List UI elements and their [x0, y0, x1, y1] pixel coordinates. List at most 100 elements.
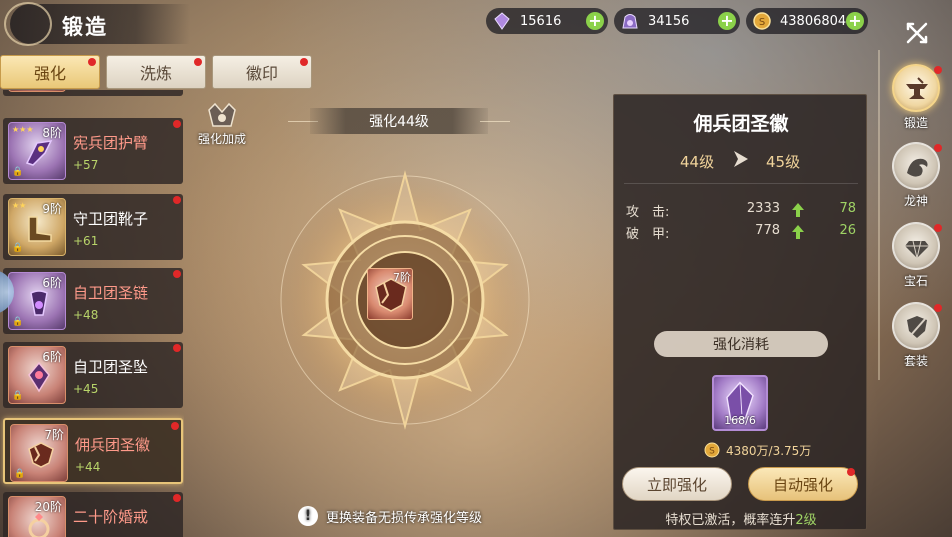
inheritance-notice: ! 更换装备无损传承强化等级: [298, 505, 482, 527]
tab-enhance[interactable]: 强化: [0, 55, 100, 89]
lock-icon: 🔒: [12, 167, 24, 177]
auto-enhance-button[interactable]: 自动强化: [748, 467, 858, 501]
list-item-selected[interactable]: 7阶 🔒 佣兵团圣徽 +44: [3, 418, 183, 484]
currency-value: 43806804: [780, 13, 847, 29]
close-icon[interactable]: [902, 18, 932, 48]
enhance-level-text: 强化44级: [369, 114, 429, 130]
list-item[interactable]: 6阶 🔒 自卫团圣链 +48: [3, 268, 183, 334]
currency-gold: S 43806804 +: [746, 8, 868, 34]
list-item[interactable]: 20阶 二十阶婚戒: [3, 492, 183, 537]
enhance-bonus: +48: [73, 308, 99, 322]
level-to: 45级: [766, 153, 801, 171]
privilege-text: 特权已激活，概率连升: [665, 513, 796, 528]
notification-dot: [173, 494, 181, 502]
notification-dot: [173, 344, 181, 352]
pendant-icon: 6阶 🔒: [8, 346, 66, 404]
tab-refine-label: 洗炼: [139, 64, 172, 83]
stat-row-armor-break: 破 甲: 778 26: [626, 223, 858, 243]
arrow-up-icon: [792, 203, 804, 217]
level-from: 44级: [680, 153, 715, 171]
list-item[interactable]: ★★★ 8阶 🔒 宪兵团护臂 +57: [3, 118, 183, 184]
gold-coin-icon: S: [704, 442, 720, 458]
warning-icon: !: [298, 506, 318, 526]
notification-dot: [173, 196, 181, 204]
tier-label: 7阶: [44, 428, 64, 442]
nav-dragon-button[interactable]: [892, 142, 940, 190]
tier-label: 6阶: [42, 350, 62, 364]
lock-icon: 🔒: [12, 243, 24, 253]
privilege-note: 特权已激活，概率连升2级: [614, 509, 868, 528]
instant-enhance-button[interactable]: 立即强化: [622, 467, 732, 501]
tier-label: 7阶: [393, 271, 411, 284]
rating-stars: ★★★: [12, 125, 34, 134]
notification-dot: [934, 224, 942, 232]
nav-set-button[interactable]: [892, 302, 940, 350]
notification-dot: [934, 144, 942, 152]
equipment-name: 自卫团圣链: [73, 284, 149, 302]
list-item[interactable]: 6阶 🔒 自卫团圣坠 +45: [3, 342, 183, 408]
boots-icon: ★★ 9阶 🔒: [8, 198, 66, 256]
notification-dot: [934, 66, 942, 74]
stat-label: 破 甲:: [626, 227, 670, 242]
equipment-name: 守卫团靴子: [73, 210, 149, 228]
equipment-list[interactable]: ★★★ 8阶 🔒 宪兵团护臂 +57 ★★ 9阶 🔒 守卫团靴子 +61 6阶 …: [0, 90, 184, 537]
item-title: 佣兵团圣徽: [693, 113, 789, 135]
equipment-name: 佣兵团圣徽: [75, 436, 151, 454]
add-currency-button[interactable]: +: [846, 12, 864, 30]
notice-text: 更换装备无损传承强化等级: [326, 510, 483, 526]
stat-increase: 26: [839, 223, 856, 238]
enhance-bonus-label: 强化加成: [197, 132, 246, 146]
add-currency-button[interactable]: +: [586, 12, 604, 30]
nav-gem-label: 宝石: [903, 274, 928, 288]
nav-forge-button[interactable]: [892, 64, 940, 112]
equipment-name: 二十阶婚戒: [73, 508, 149, 526]
cost-title: 强化消耗: [713, 337, 769, 353]
nav-gem[interactable]: 宝石: [888, 222, 944, 298]
add-currency-button[interactable]: +: [718, 12, 736, 30]
currency-gem-bag: 34156 +: [614, 8, 740, 34]
lock-icon: 🔒: [14, 469, 26, 479]
tab-insignia[interactable]: 徽印: [212, 55, 312, 89]
notification-dot: [173, 120, 181, 128]
nav-gem-button[interactable]: [892, 222, 940, 270]
currency-value: 34156: [648, 13, 690, 29]
nav-forge[interactable]: 锻造: [888, 64, 944, 140]
equipment-icon: [8, 90, 66, 92]
purple-crystal-icon: [494, 12, 510, 30]
anvil-icon: [906, 77, 928, 99]
list-item-partial[interactable]: [3, 90, 183, 96]
tier-label: 6阶: [42, 276, 62, 290]
tab-refine[interactable]: 洗炼: [106, 55, 206, 89]
tier-label: 20阶: [34, 500, 62, 514]
nav-dragon-god[interactable]: 龙神: [888, 142, 944, 218]
nav-set[interactable]: 套装: [888, 302, 944, 378]
nav-dragon-label: 龙神: [903, 194, 928, 208]
stat-row-attack: 攻 击: 2333 78: [626, 201, 858, 221]
arrow-up-icon: [792, 225, 804, 239]
rating-stars: ★★: [12, 201, 27, 210]
enhance-bonus: +61: [73, 234, 99, 248]
enhance-material-slot[interactable]: 168/6: [712, 375, 768, 431]
nav-set-label: 套装: [903, 354, 928, 368]
dragon-icon: [907, 158, 928, 177]
nav-rail: [878, 50, 880, 380]
auto-enhance-label: 自动强化: [772, 475, 833, 494]
selected-equipment-slot[interactable]: 7阶: [367, 268, 413, 320]
enhance-bonus: +45: [73, 382, 99, 396]
stat-increase: 78: [839, 201, 856, 216]
notification-dot: [847, 468, 855, 476]
lock-icon: 🔒: [12, 391, 24, 401]
notification-dot: [194, 58, 202, 66]
enhance-bonus-button[interactable]: 强化加成: [190, 100, 254, 150]
emblem-icon: 7阶 🔒: [10, 424, 68, 482]
tier-label: 8阶: [42, 126, 62, 140]
sword-shield-icon: [907, 316, 927, 338]
nav-forge-label: 锻造: [903, 116, 928, 130]
crown-emblem-icon: [208, 102, 236, 127]
enhance-bonus: +44: [75, 460, 101, 474]
cost-banner: 强化消耗: [654, 331, 828, 357]
notification-dot: [934, 304, 942, 312]
arrow-right-icon: [734, 151, 748, 167]
instant-enhance-label: 立即强化: [646, 475, 707, 494]
list-item[interactable]: ★★ 9阶 🔒 守卫团靴子 +61: [3, 194, 183, 260]
